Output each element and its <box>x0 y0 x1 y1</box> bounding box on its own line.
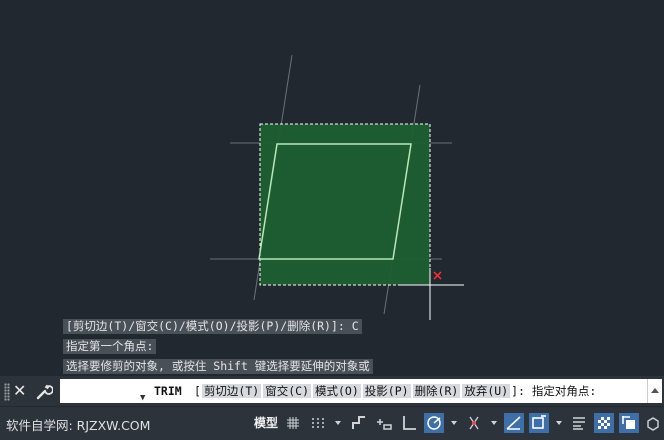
grid-icon[interactable] <box>283 413 303 433</box>
command-history-line: 选择要修剪的对象, 或按住 Shift 键选择要延伸的对象或 <box>63 359 373 374</box>
option-projection[interactable]: 投影(P) <box>362 384 411 398</box>
option-crossing[interactable]: 窗交(C) <box>263 384 311 398</box>
chevron-down-icon[interactable] <box>556 421 562 425</box>
command-options: [剪切边(T) 窗交(C) 模式(O) 投影(P) 删除(R) 放弃(U)]: 指定对角点… <box>194 379 596 403</box>
3d-object-snap-icon[interactable] <box>643 413 663 433</box>
chevron-down-icon[interactable] <box>491 421 497 425</box>
command-input[interactable]: ▼ TRIM [剪切边(T) 窗交(C) 模式(O) 投影(P) 删除(R) 放弃(U)]… <box>60 379 662 403</box>
wrench-icon[interactable] <box>35 382 53 400</box>
polar-tracking-icon[interactable] <box>424 413 444 433</box>
infer-constraints-icon[interactable] <box>349 413 369 433</box>
history-scroll-button[interactable] <box>647 379 662 403</box>
command-line-bar: ✕ ▼ TRIM [剪切边(T) 窗交(C) 模式(O) 投影(P) 删除(R) 放弃(U… <box>0 376 664 406</box>
option-trim-edge[interactable]: 剪切边(T) <box>201 384 262 398</box>
lineweight-icon[interactable] <box>569 413 589 433</box>
snap-icon[interactable] <box>308 413 328 433</box>
command-history-line: 指定第一个角点: <box>63 339 157 354</box>
ortho-icon[interactable] <box>399 413 419 433</box>
drawing-canvas[interactable] <box>0 0 664 440</box>
tab-model[interactable]: 模型 <box>250 414 282 433</box>
option-undo[interactable]: 放弃(U) <box>462 384 511 398</box>
object-snap-tracking-icon[interactable] <box>504 413 524 433</box>
option-mode[interactable]: 模式(O) <box>313 384 361 398</box>
isometric-drafting-icon[interactable] <box>464 413 484 433</box>
transparency-icon[interactable] <box>594 413 614 433</box>
option-delete[interactable]: 删除(R) <box>412 384 461 398</box>
chevron-down-icon[interactable] <box>335 421 341 425</box>
crossing-selection-window <box>259 123 431 286</box>
status-bar: 软件自学网: RJZXW.COM 模型 <box>0 407 664 440</box>
drag-grip-handle[interactable] <box>4 383 10 401</box>
chevron-down-icon[interactable] <box>451 421 457 425</box>
object-snap-icon[interactable] <box>529 413 549 433</box>
red-x-marker <box>433 271 442 280</box>
dynamic-input-icon[interactable] <box>374 413 394 433</box>
watermark-text: 软件自学网: RJZXW.COM <box>6 418 151 433</box>
chevron-down-icon[interactable]: ▼ <box>140 386 145 403</box>
command-prompt: ]: 指定对角点: <box>511 384 597 398</box>
close-icon[interactable]: ✕ <box>13 381 26 401</box>
command-history-line: [剪切边(T)/窗交(C)/模式(O)/投影(P)/删除(R)]: C <box>63 319 362 334</box>
command-name: TRIM <box>154 384 182 398</box>
bracket-open: [ <box>194 384 201 398</box>
selection-cycling-icon[interactable] <box>619 413 639 433</box>
